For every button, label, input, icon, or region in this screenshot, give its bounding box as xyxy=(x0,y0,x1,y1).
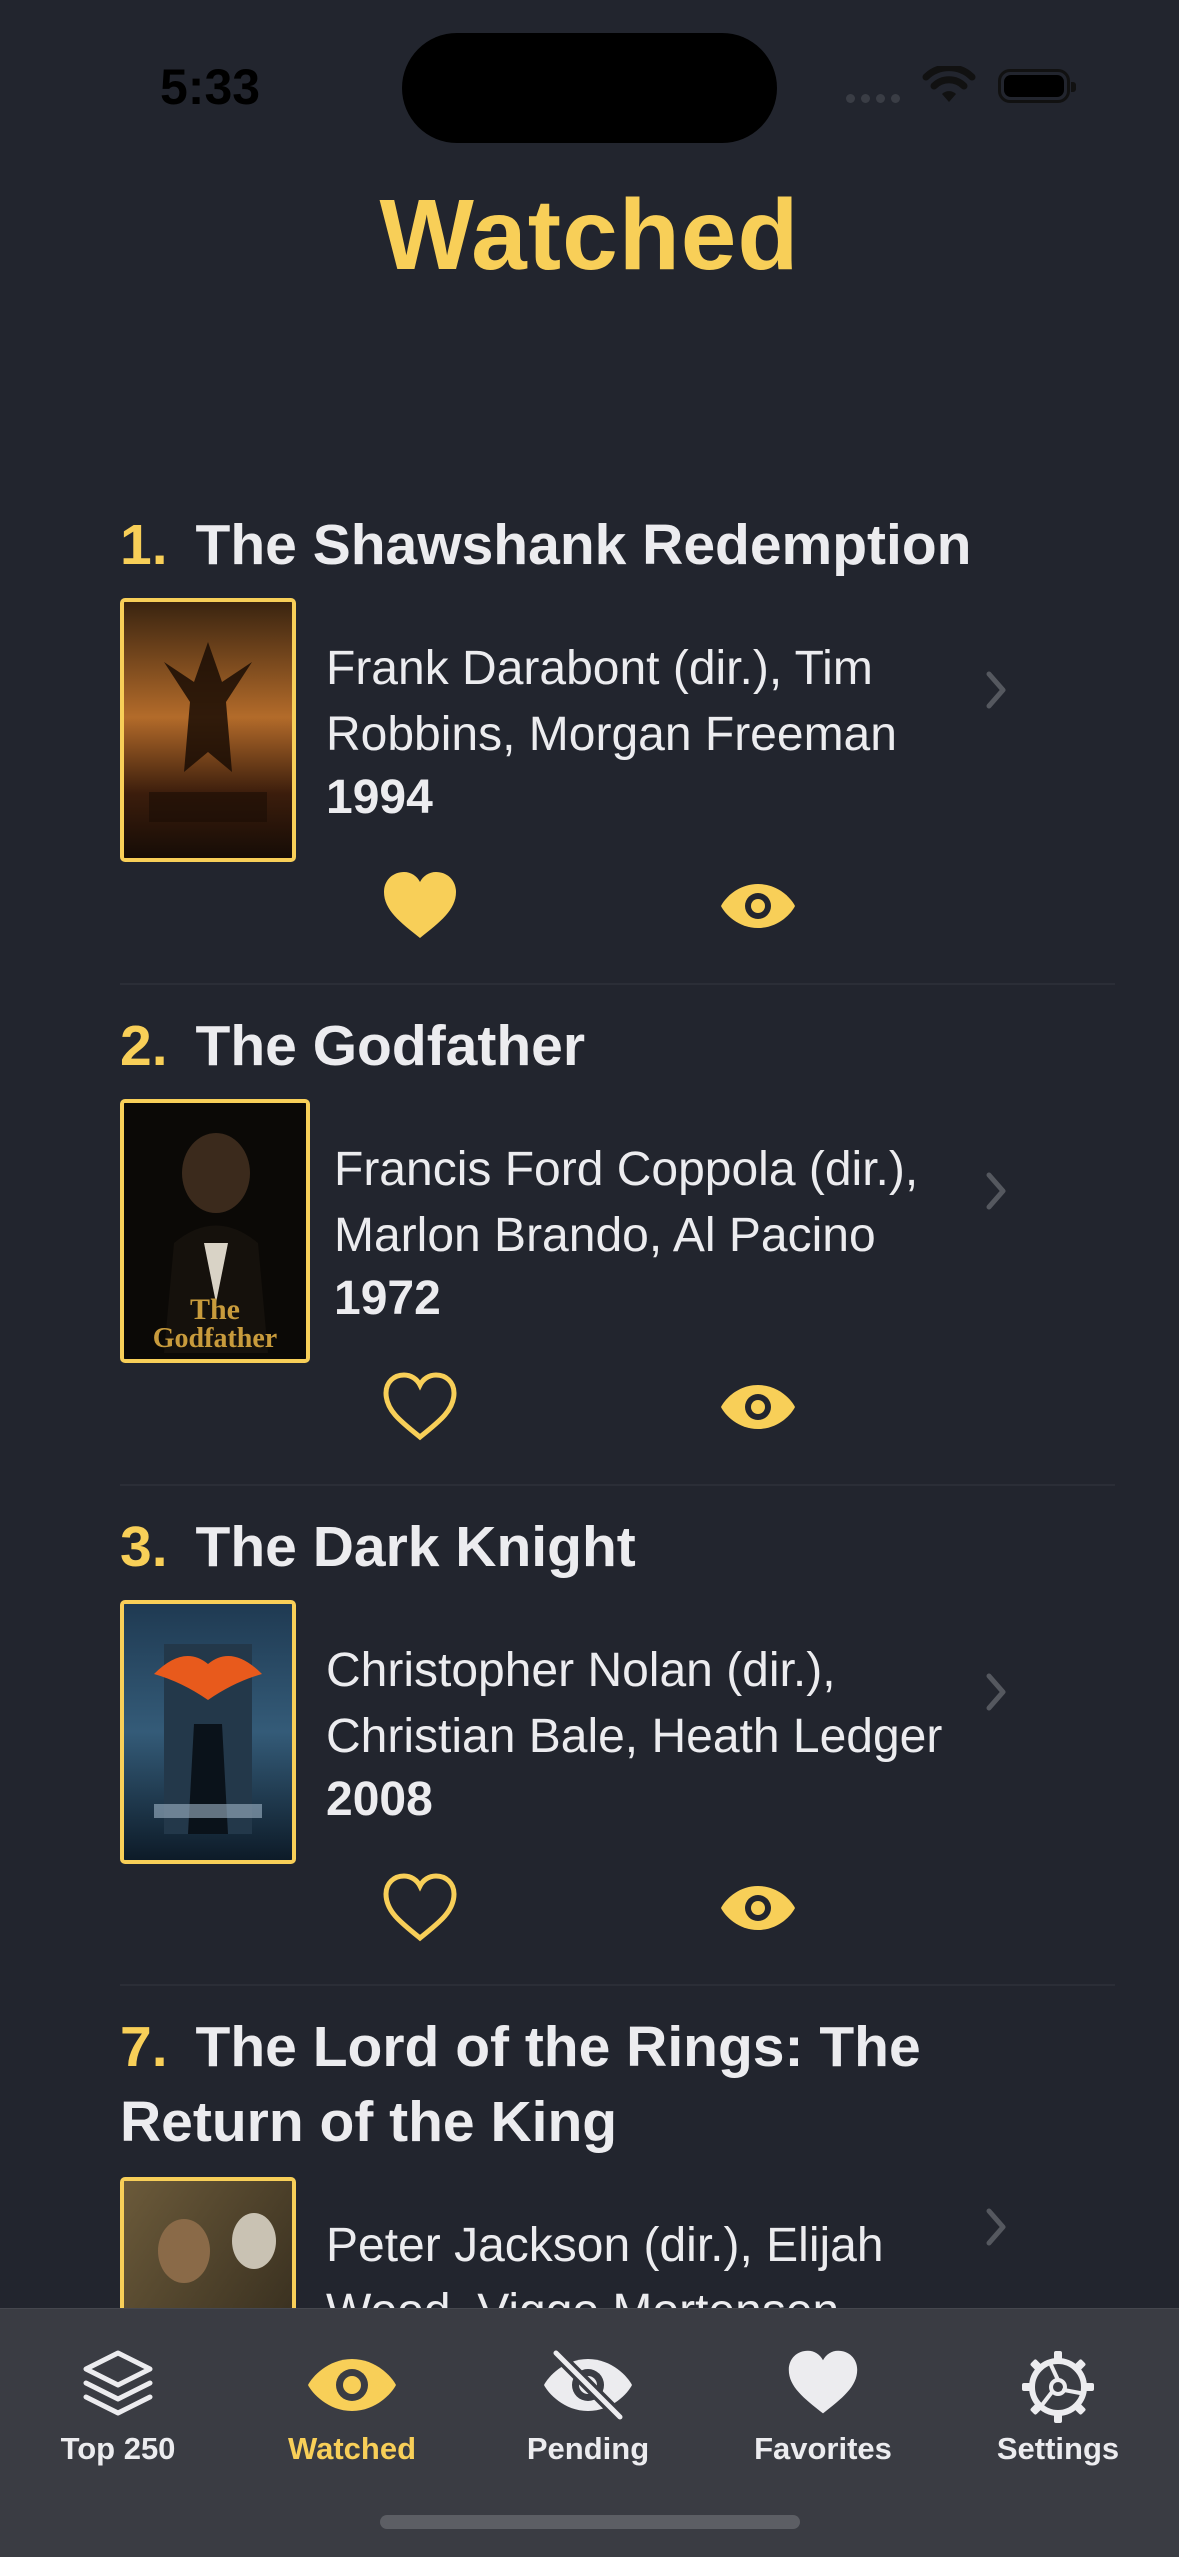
tab-top-250[interactable]: Top 250 xyxy=(8,2309,228,2489)
layers-icon xyxy=(83,2350,153,2416)
favorite-heart-icon-outline[interactable] xyxy=(380,1371,460,1443)
battery-icon xyxy=(998,69,1076,103)
movie-poster xyxy=(120,2177,296,2308)
movie-credits: Francis Ford Coppola (dir.), Marlon Bran… xyxy=(334,1143,919,1262)
tab-pending[interactable]: Pending xyxy=(478,2309,698,2489)
tab-settings[interactable]: Settings xyxy=(948,2309,1168,2489)
page-title: Watched xyxy=(379,179,800,291)
movie-credits: Peter Jackson (dir.), Elijah Wood, Viggo… xyxy=(326,2219,884,2308)
eye-icon xyxy=(308,2359,396,2411)
chevron-right-icon xyxy=(986,671,1006,709)
tab-label: Watched xyxy=(287,2431,417,2466)
chevron-right-icon xyxy=(986,1673,1006,1711)
tab-watched[interactable]: Watched xyxy=(242,2309,462,2489)
movie-title-text: The Godfather xyxy=(195,1014,586,1078)
status-bar: 5:33 xyxy=(0,0,1179,150)
watched-eye-icon[interactable] xyxy=(718,1882,798,1934)
eye-slash-icon xyxy=(544,2348,632,2422)
svg-text:The: The xyxy=(190,1293,240,1326)
tab-label: Settings xyxy=(996,2431,1120,2466)
list-item[interactable]: 7. The Lord of the Rings: The Return of t… xyxy=(120,2010,1115,2308)
row-separator xyxy=(120,1984,1115,1986)
list-item[interactable]: 3. The Dark Knight Christopher Nolan (dir… xyxy=(120,1510,1115,1950)
tab-label: Top 250 xyxy=(60,2431,176,2466)
movie-year: 2008 xyxy=(326,1773,433,1826)
status-time: 5:33 xyxy=(160,59,261,115)
cellular-signal-icon xyxy=(846,90,906,108)
row-separator xyxy=(120,983,1115,985)
favorite-heart-icon-outline[interactable] xyxy=(380,1872,460,1944)
row-separator xyxy=(120,1484,1115,1486)
movie-title-text: The Shawshank Redemption xyxy=(195,513,972,577)
movie-title: 7. The Lord of the Rings: The Return of t… xyxy=(120,2010,960,2160)
movie-poster xyxy=(120,598,296,862)
movie-year: 1972 xyxy=(334,1272,441,1325)
heart-icon xyxy=(788,2350,858,2414)
svg-text:Godfather: Godfather xyxy=(153,1323,277,1354)
movie-title: 1. The Shawshank Redemption xyxy=(120,508,1020,583)
movie-title: 2. The Godfather xyxy=(120,1009,1020,1084)
movie-year: 1994 xyxy=(326,771,433,824)
chevron-right-icon xyxy=(986,2208,1006,2246)
movie-poster: The Godfather xyxy=(120,1099,310,1363)
tab-label: Pending xyxy=(526,2431,650,2466)
favorite-heart-icon-filled[interactable] xyxy=(380,870,460,942)
movie-rank: 3. xyxy=(120,1515,168,1579)
list-item[interactable]: 1. The Shawshank Redemption Frank Darabon… xyxy=(120,508,1115,948)
movie-credits: Christopher Nolan (dir.), Christian Bale… xyxy=(326,1644,943,1763)
tab-label: Favorites xyxy=(754,2431,892,2466)
movie-title-text: The Lord of the Rings: The Return of the… xyxy=(120,2015,921,2154)
movie-rank: 1. xyxy=(120,513,168,577)
movie-credits: Frank Darabont (dir.), Tim Robbins, Morg… xyxy=(326,642,897,761)
dynamic-island xyxy=(402,33,777,143)
movie-title: 3. The Dark Knight xyxy=(120,1510,1020,1585)
watched-eye-icon[interactable] xyxy=(718,1381,798,1433)
movie-rank: 2. xyxy=(120,1014,168,1078)
home-indicator[interactable] xyxy=(380,2515,800,2529)
wifi-icon xyxy=(922,66,976,102)
tab-favorites[interactable]: Favorites xyxy=(713,2309,933,2489)
list-item[interactable]: 2. The Godfather The Godfather Francis Fo… xyxy=(120,1009,1115,1449)
gear-icon xyxy=(1022,2351,1094,2423)
movie-title-text: The Dark Knight xyxy=(195,1515,636,1579)
movie-rank: 7. xyxy=(120,2015,168,2079)
chevron-right-icon xyxy=(986,1172,1006,1210)
movie-poster xyxy=(120,1600,296,1864)
watched-eye-icon[interactable] xyxy=(718,880,798,932)
